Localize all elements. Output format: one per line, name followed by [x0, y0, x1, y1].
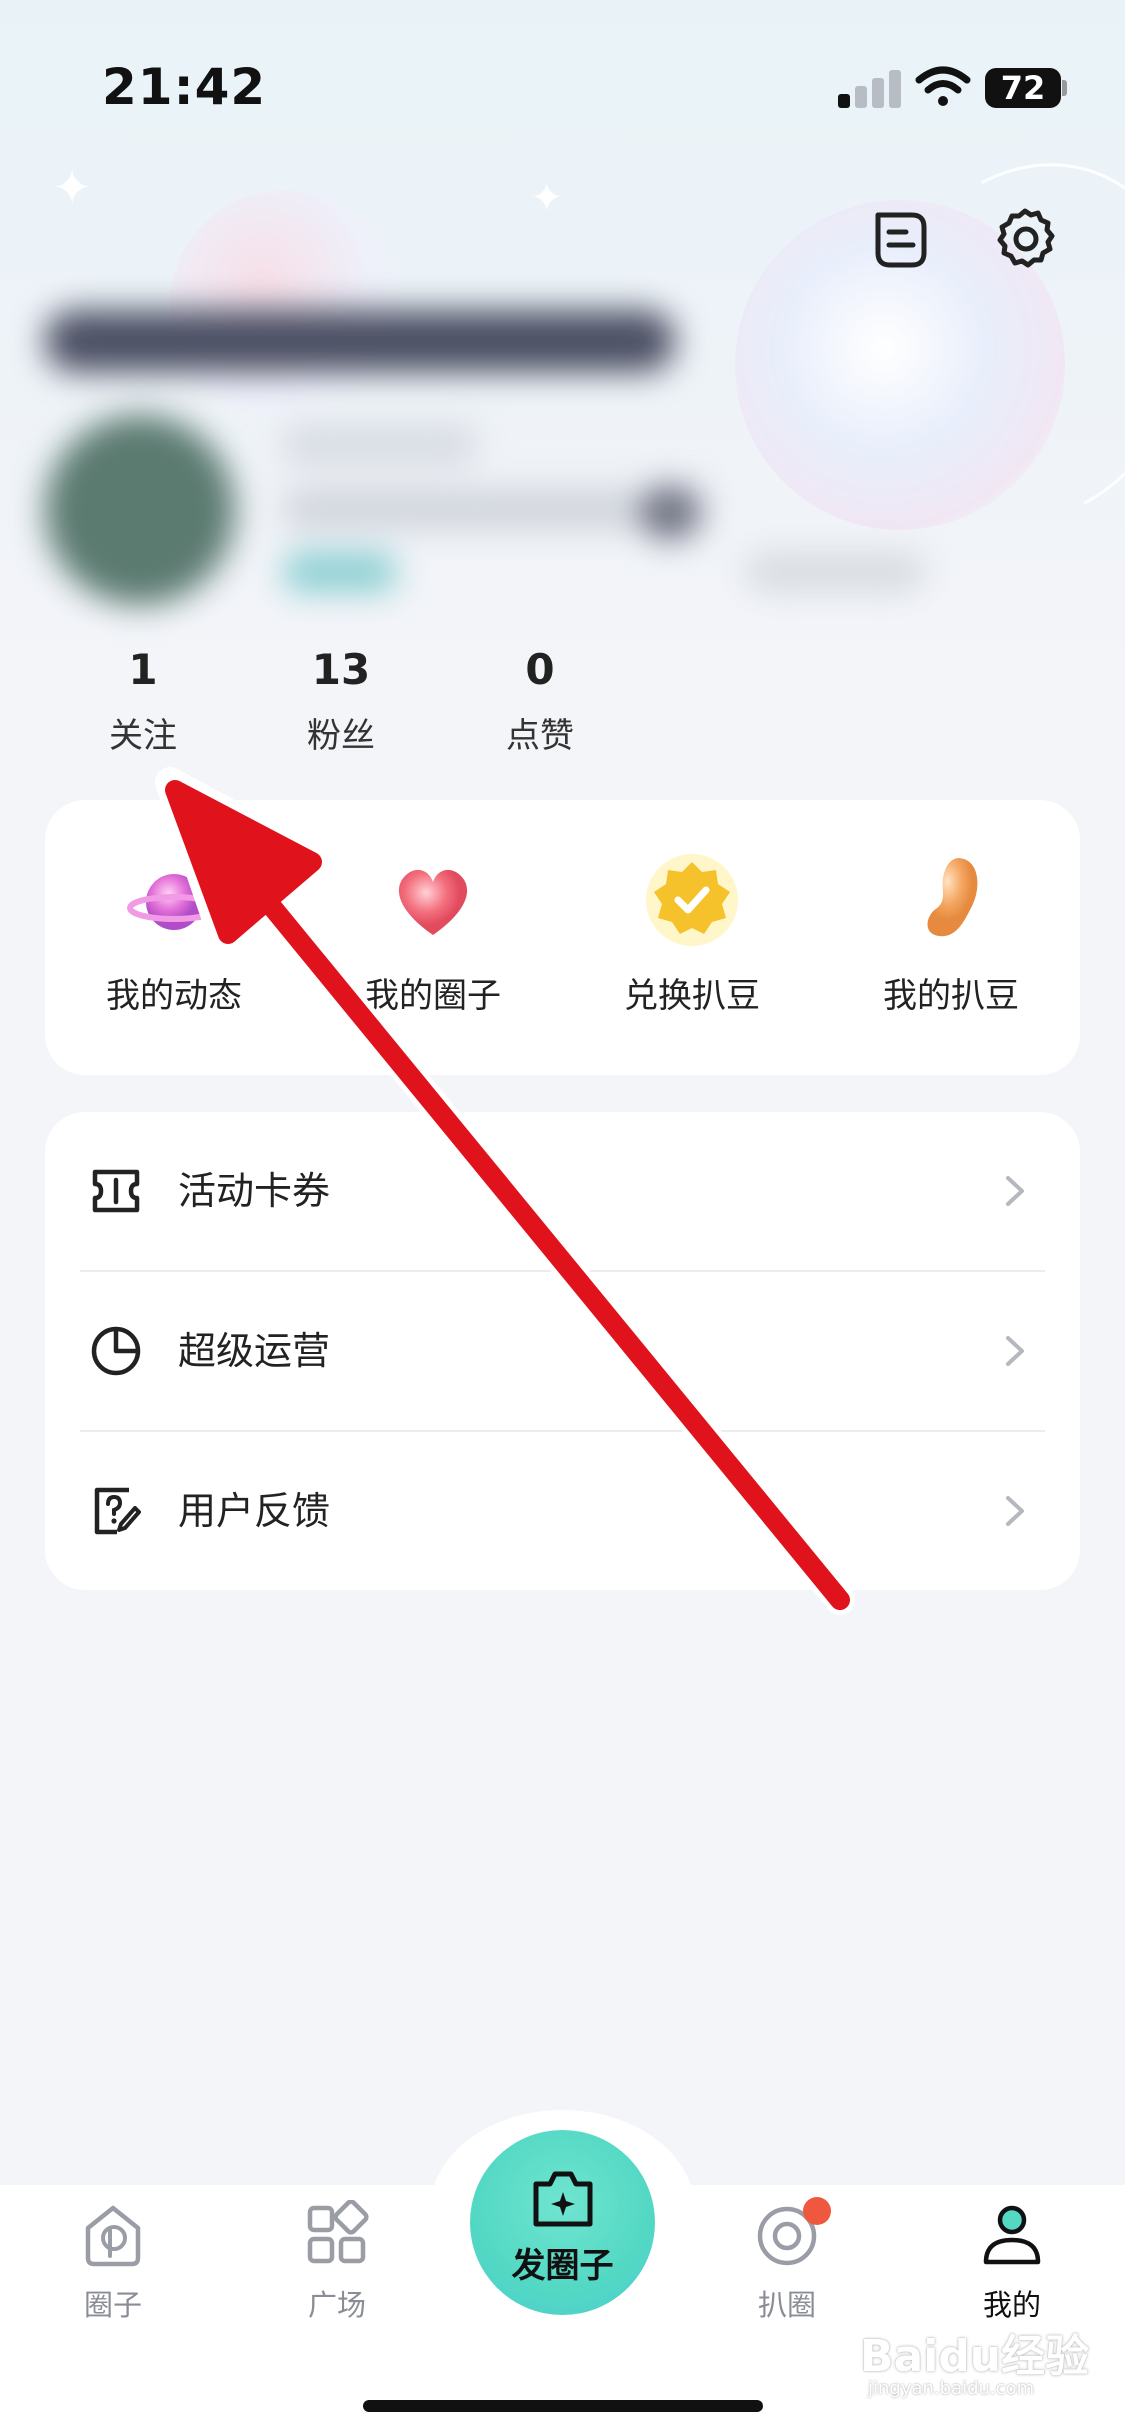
wifi-icon — [915, 66, 971, 106]
status-bar: 21:42 72 — [0, 0, 1125, 150]
stat-followers[interactable]: 13 粉丝 — [271, 640, 411, 757]
quick-label: 兑换扒豆 — [624, 976, 760, 1016]
stat-value: 13 — [311, 645, 371, 694]
user-icon — [983, 2205, 1041, 2265]
tab-square[interactable]: 广场 — [262, 2199, 412, 2324]
quick-my-beans[interactable]: 我的扒豆 — [851, 850, 1051, 1017]
menu-item-feedback[interactable]: 用户反馈 — [45, 1432, 1080, 1590]
bean-icon — [927, 858, 978, 937]
post-label: 发圈子 — [511, 2246, 614, 2286]
blurred-button — [745, 552, 925, 592]
pie-chart-icon — [91, 1326, 141, 1376]
heart-icon — [398, 869, 468, 935]
chevron-right-icon — [1006, 1496, 1024, 1526]
blurred-username — [45, 310, 675, 372]
tab-label: 扒圈 — [757, 2288, 816, 2322]
watermark-brand: Baidu经验 — [860, 2331, 1090, 2382]
tab-label: 广场 — [307, 2288, 366, 2322]
battery-tip — [1062, 80, 1067, 96]
notification-badge — [803, 2197, 831, 2225]
tab-circles[interactable]: 圈子 — [38, 2200, 188, 2324]
cellular-signal-icon — [838, 68, 902, 108]
stat-value: 1 — [128, 645, 158, 694]
menu-item-coupons[interactable]: 活动卡券 — [45, 1112, 1080, 1270]
stat-label: 关注 — [109, 716, 177, 756]
note-icon[interactable] — [866, 205, 936, 275]
ticket-icon — [92, 1169, 140, 1213]
circle-home-icon — [85, 2205, 141, 2267]
sparkle-icon: ✦ — [52, 160, 93, 216]
stat-likes[interactable]: 0 点赞 — [470, 640, 610, 757]
blurred-dot — [640, 485, 700, 540]
chevron-right-icon — [1006, 1336, 1024, 1366]
status-time: 21:42 — [102, 58, 267, 116]
menu-label: 用户反馈 — [178, 1489, 331, 1533]
tab-discover[interactable]: 扒圈 — [712, 2200, 862, 2324]
quick-label: 我的扒豆 — [883, 976, 1019, 1016]
camera-plus-icon — [533, 2171, 593, 2227]
tab-label: 我的 — [982, 2288, 1041, 2322]
watermark-url: jingyan.baidu.com — [868, 2378, 1035, 2399]
quick-redeem-beans[interactable]: 兑换扒豆 — [592, 850, 792, 1017]
blurred-line — [285, 425, 475, 465]
menu-item-super-operations[interactable]: 超级运营 — [45, 1272, 1080, 1430]
quick-label: 我的圈子 — [365, 976, 501, 1016]
stat-label: 粉丝 — [307, 716, 375, 756]
gear-icon[interactable] — [990, 205, 1060, 275]
menu-label: 超级运营 — [178, 1329, 331, 1373]
tab-mine[interactable]: 我的 — [937, 2200, 1087, 2324]
avatar[interactable] — [45, 415, 235, 605]
profile-header-blurred — [0, 290, 970, 610]
post-circle-button[interactable]: 发圈子 — [470, 2130, 655, 2315]
battery-level: 72 — [985, 68, 1061, 108]
chevron-right-icon — [1006, 1176, 1024, 1206]
quick-actions-card: 我的动态 我的圈子 兑换扒豆 我的扒豆 — [45, 800, 1080, 1075]
home-indicator — [363, 2400, 763, 2412]
tab-label: 圈子 — [83, 2288, 142, 2322]
stat-following[interactable]: 1 关注 — [73, 640, 213, 757]
check-badge-icon — [646, 854, 738, 946]
feedback-icon — [94, 1487, 141, 1535]
blurred-tag — [285, 552, 395, 592]
grid-icon — [307, 2199, 369, 2264]
sparkle-icon: ✦ — [530, 175, 564, 221]
quick-label: 我的动态 — [106, 976, 242, 1016]
stat-label: 点赞 — [506, 716, 574, 756]
quick-my-circles[interactable]: 我的圈子 — [333, 850, 533, 1017]
quick-my-posts[interactable]: 我的动态 — [74, 850, 274, 1017]
stat-value: 0 — [525, 645, 555, 694]
menu-card: 活动卡券 超级运营 用户反馈 — [45, 1112, 1080, 1590]
planet-icon — [127, 874, 221, 930]
menu-label: 活动卡券 — [178, 1169, 331, 1213]
